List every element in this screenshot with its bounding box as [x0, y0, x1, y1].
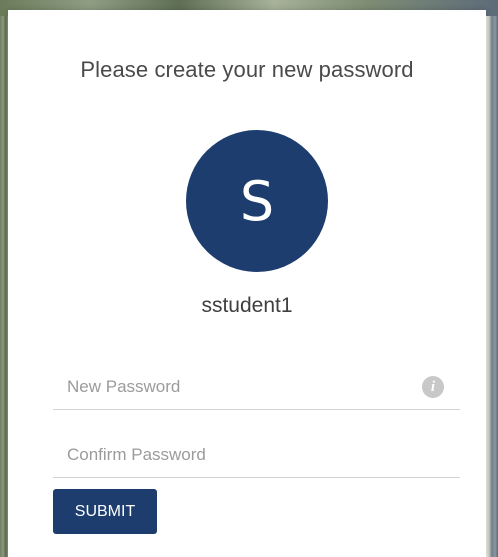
info-icon[interactable]: i — [422, 376, 444, 398]
page-title: Please create your new password — [80, 57, 414, 82]
submit-button[interactable]: SUBMIT — [53, 489, 157, 534]
confirm-password-input[interactable] — [67, 435, 397, 475]
username-label: sstudent1 — [201, 294, 293, 317]
new-password-input[interactable] — [67, 367, 397, 407]
new-password-field: i — [53, 367, 460, 410]
avatar: S — [186, 130, 328, 272]
confirm-password-field — [53, 435, 460, 478]
password-card: Please create your new password S sstude… — [8, 10, 486, 557]
